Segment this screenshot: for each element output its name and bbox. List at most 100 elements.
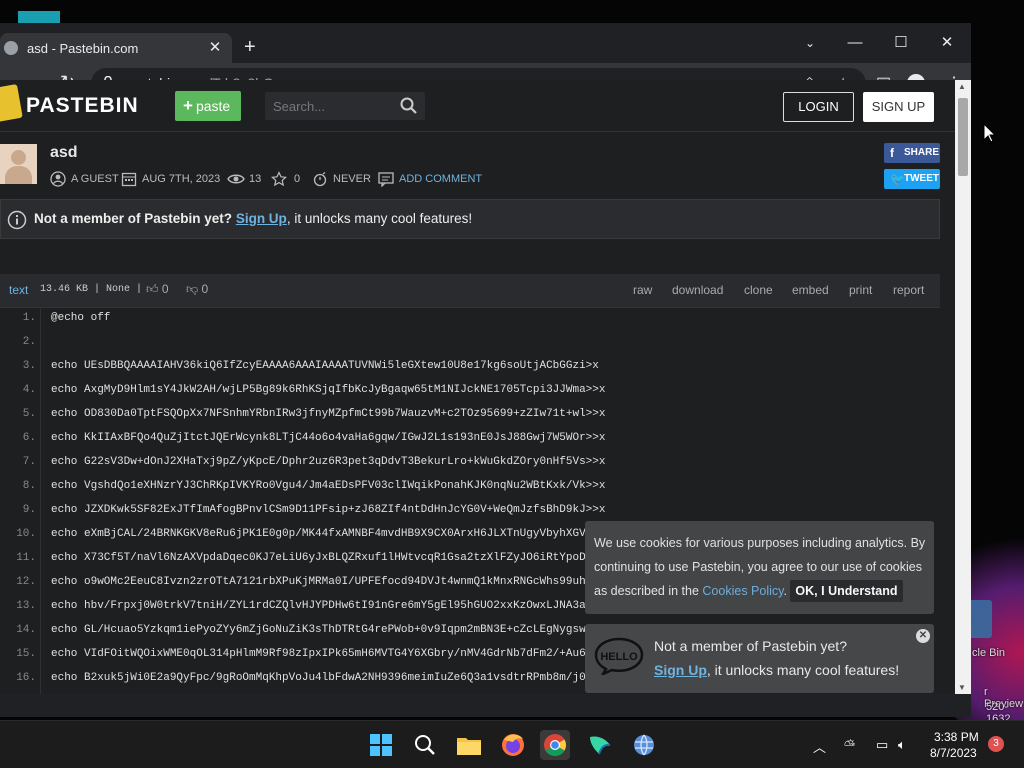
network-icon[interactable]: ⛅︎ <box>844 737 855 754</box>
paste-size-info: 13.46 KB | None | <box>40 284 143 295</box>
line-content: echo VIdFOitWQOixWME0qOL314pHlmM9Rf98zIp… <box>51 648 586 660</box>
tray-chevron-up-icon[interactable]: ︿ <box>813 737 826 756</box>
tab-active[interactable]: asd - Pastebin.com ✕ <box>0 33 232 63</box>
pastebin-header: PASTEBIN +paste LOGIN SIGN UP <box>0 80 955 132</box>
paste-date: AUG 7TH, 2023 <box>142 173 221 185</box>
member-popup-title: Not a member of Pastebin yet? <box>654 638 847 654</box>
clock-date[interactable]: 8/7/2023 <box>930 746 977 760</box>
dislike-count: 0 <box>201 282 209 296</box>
expiry-value: NEVER <box>333 173 371 185</box>
maximize-button[interactable]: ☐ <box>878 29 924 57</box>
add-comment-link[interactable]: ADD COMMENT <box>378 170 482 188</box>
firefox-icon[interactable] <box>498 730 528 760</box>
info-icon <box>7 210 27 230</box>
share-label: SHARE <box>904 147 940 158</box>
scroll-up-arrow-icon[interactable]: ▲ <box>958 82 966 91</box>
line-content: echo VgshdQo1eXHNzrYJ3ChRKpIVKYRo0Vgu4/J… <box>51 480 606 492</box>
paste-label: paste <box>195 98 231 114</box>
close-icon[interactable]: ✕ <box>916 629 930 643</box>
mouse-cursor-icon <box>983 123 997 143</box>
search-taskbar-icon[interactable] <box>410 730 440 760</box>
thumbs-down-icon: 👎︎ <box>186 282 199 296</box>
star-icon[interactable] <box>271 171 287 187</box>
search-box[interactable] <box>265 92 425 120</box>
syntax-link[interactable]: text <box>9 283 28 297</box>
scrollbar-thumb[interactable] <box>958 98 968 176</box>
line-number: 12. <box>16 576 36 588</box>
twitter-bird-icon: 🐦 <box>890 172 905 186</box>
search-icon[interactable] <box>400 97 418 115</box>
date-meta: AUG 7TH, 2023 <box>121 170 220 188</box>
line-number: 1. <box>22 312 36 324</box>
start-windows-icon[interactable] <box>366 730 396 760</box>
line-number: 15. <box>16 648 36 660</box>
thumbs-up-icon: 👍︎ <box>146 282 159 296</box>
facebook-share-button[interactable]: f SHARE <box>884 143 940 163</box>
tab-close-icon[interactable]: ✕ <box>207 38 223 56</box>
print-link[interactable]: print <box>849 283 872 297</box>
line-content: echo o9wOMc2EeuC8Ivzn2zrOTtA7121rbXPuKjM… <box>51 576 586 588</box>
download-link[interactable]: download <box>672 283 723 297</box>
display-icon[interactable]: ▭ <box>876 737 888 753</box>
line-number: 14. <box>16 624 36 636</box>
line-content: echo eXmBjCAL/24BRNKGKV8eRu6jPK1E0g0p/MK… <box>51 528 586 540</box>
pastebin-logo-icon[interactable] <box>0 84 23 122</box>
raw-link[interactable]: raw <box>633 283 652 297</box>
line-content: echo 68BAVrppxDQ/XRT14TZFLZd1L1LbKoYvRy3… <box>51 690 606 694</box>
line-number: 6. <box>22 432 36 444</box>
dislike-button[interactable]: 👎︎ 0 <box>186 282 208 297</box>
embed-link[interactable]: embed <box>792 283 829 297</box>
new-paste-button[interactable]: + paste <box>175 91 241 121</box>
add-comment-label[interactable]: ADD COMMENT <box>399 173 482 185</box>
cookie-text: We use cookies for various purposes incl… <box>594 531 929 603</box>
line-content: echo GL/Hcuao5Yzkqm1iePyoZYy6mZjGoNuZiK3… <box>51 624 586 636</box>
hello-speech-bubble-icon: HELLO <box>594 637 644 675</box>
file-explorer-icon[interactable] <box>454 730 484 760</box>
minimize-button[interactable]: — <box>832 29 878 57</box>
clone-link[interactable]: clone <box>744 283 773 297</box>
plus-icon: + <box>183 96 193 115</box>
line-number: 5. <box>22 408 36 420</box>
page-scrollbar[interactable]: ▲ ▼ <box>955 80 971 694</box>
line-number: 11. <box>16 552 36 564</box>
scroll-down-arrow-icon[interactable]: ▼ <box>958 683 966 692</box>
notice-signup-link[interactable]: Sign Up <box>236 211 287 226</box>
pastebin-logo[interactable]: PASTEBIN <box>26 94 139 118</box>
calendar-icon <box>121 172 137 187</box>
avatar-body <box>5 166 32 184</box>
bomb-timer-icon <box>313 171 327 187</box>
twitter-tweet-button[interactable]: 🐦 TWEET <box>884 169 940 189</box>
avatar-head <box>11 150 26 165</box>
member-signup-link[interactable]: Sign Up <box>654 662 707 678</box>
recycle-bin-label[interactable]: cle Bin <box>972 647 1005 659</box>
line-number: 3. <box>22 360 36 372</box>
signup-button[interactable]: SIGN UP <box>863 92 934 122</box>
notification-badge[interactable]: 3 <box>988 736 1004 752</box>
line-content: echo UEsDBBQAAAAIAHV36kiQ6IfZcyEAAAA6AAA… <box>51 360 599 372</box>
member-popup-rest: , it unlocks many cool features! <box>706 662 900 678</box>
close-window-button[interactable]: ✕ <box>924 29 970 57</box>
line-content: echo OD830Da0TptFSQOpXx7NFSnhmYRbnIRw3jf… <box>51 408 606 420</box>
cookies-policy-link[interactable]: Cookies Policy <box>702 584 783 598</box>
search-input[interactable] <box>273 98 398 114</box>
app-icon-teal[interactable] <box>585 730 615 760</box>
code-line: 1. @echo off <box>0 306 940 330</box>
line-content: echo JZXDKwk5SF82ExJTfImAfogBPnvlCSm9D11… <box>51 504 606 516</box>
line-content: echo AxgMyD9Hlm1sY4JkW2AH/wjLP5Bg89k6RhK… <box>51 384 606 396</box>
line-content: echo KkIIAxBFQo4QuZjItctJQErWcynk8LTjC44… <box>51 432 606 444</box>
star-count: 0 <box>294 173 301 185</box>
code-line: 3. echo UEsDBBQAAAAIAHV36kiQ6IfZcyEAAAA6A… <box>0 354 940 378</box>
login-button[interactable]: LOGIN <box>783 92 854 122</box>
app-icon-globe[interactable] <box>629 730 659 760</box>
line-number: 16. <box>16 672 36 684</box>
new-tab-button[interactable]: + <box>244 36 256 59</box>
like-button[interactable]: 👍︎ 0 <box>146 282 169 297</box>
svg-text:HELLO: HELLO <box>600 651 638 663</box>
tab-search-chevron-icon[interactable]: ⌄ <box>787 29 833 57</box>
clock-time[interactable]: 3:38 PM <box>934 730 979 744</box>
report-link[interactable]: report <box>893 283 924 297</box>
chrome-icon[interactable] <box>540 730 570 760</box>
cookie-accept-button[interactable]: OK, I Understand <box>790 580 903 602</box>
line-number: 4. <box>22 384 36 396</box>
volume-icon[interactable]: 🔈︎ <box>898 737 906 753</box>
